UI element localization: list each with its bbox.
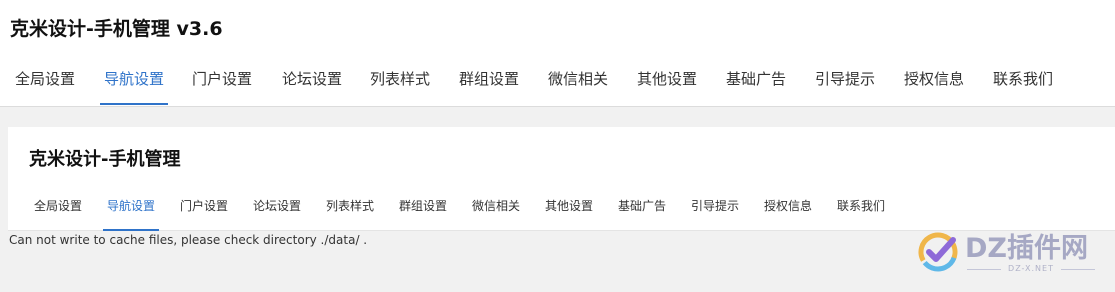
dz-watermark: DZ插件网 DZ-X.NET	[915, 224, 1105, 280]
app-title: 克米设计-手机管理 v3.6	[10, 18, 223, 40]
inner-tab-list-style[interactable]: 列表样式	[326, 193, 374, 231]
inner-tab-license-info[interactable]: 授权信息	[764, 193, 812, 231]
inner-tab-forum-settings[interactable]: 论坛设置	[253, 193, 301, 231]
tab-license-info[interactable]: 授权信息	[904, 60, 964, 106]
tab-other-settings[interactable]: 其他设置	[637, 60, 697, 106]
watermark-domain: DZ-X.NET	[967, 264, 1095, 273]
inner-tab-group-settings[interactable]: 群组设置	[399, 193, 447, 231]
tab-list-style[interactable]: 列表样式	[370, 60, 430, 106]
tab-forum-settings[interactable]: 论坛设置	[282, 60, 342, 106]
tab-wechat[interactable]: 微信相关	[548, 60, 608, 106]
inner-tab-navigation-settings[interactable]: 导航设置	[102, 193, 160, 231]
inner-tab-guide-tips[interactable]: 引导提示	[691, 193, 739, 231]
tab-group-settings[interactable]: 群组设置	[459, 60, 519, 106]
dz-logo-icon	[918, 232, 958, 272]
inner-tab-contact-us[interactable]: 联系我们	[837, 193, 885, 231]
tab-global-settings[interactable]: 全局设置	[15, 60, 75, 106]
top-tab-bar: 全局设置 导航设置 门户设置 论坛设置 列表样式 群组设置 微信相关 其他设置 …	[0, 60, 1115, 106]
watermark-brand: DZ插件网	[965, 233, 1088, 264]
tab-guide-tips[interactable]: 引导提示	[815, 60, 875, 106]
cache-error-message: Can not write to cache files, please che…	[9, 233, 368, 247]
inner-tab-basic-ads[interactable]: 基础广告	[618, 193, 666, 231]
tab-basic-ads[interactable]: 基础广告	[726, 60, 786, 106]
tab-portal-settings[interactable]: 门户设置	[192, 60, 252, 106]
inner-tab-wechat[interactable]: 微信相关	[472, 193, 520, 231]
inner-tab-global-settings[interactable]: 全局设置	[34, 193, 82, 231]
top-header-panel: 克米设计-手机管理 v3.6 全局设置 导航设置 门户设置 论坛设置 列表样式 …	[0, 0, 1115, 107]
tab-contact-us[interactable]: 联系我们	[993, 60, 1053, 106]
tab-navigation-settings[interactable]: 导航设置	[99, 60, 169, 106]
inner-content-panel: 克米设计-手机管理 全局设置 导航设置 门户设置 论坛设置 列表样式 群组设置 …	[8, 127, 1115, 231]
inner-tab-other-settings[interactable]: 其他设置	[545, 193, 593, 231]
inner-page-title: 克米设计-手机管理	[29, 149, 181, 170]
inner-tab-portal-settings[interactable]: 门户设置	[180, 193, 228, 231]
